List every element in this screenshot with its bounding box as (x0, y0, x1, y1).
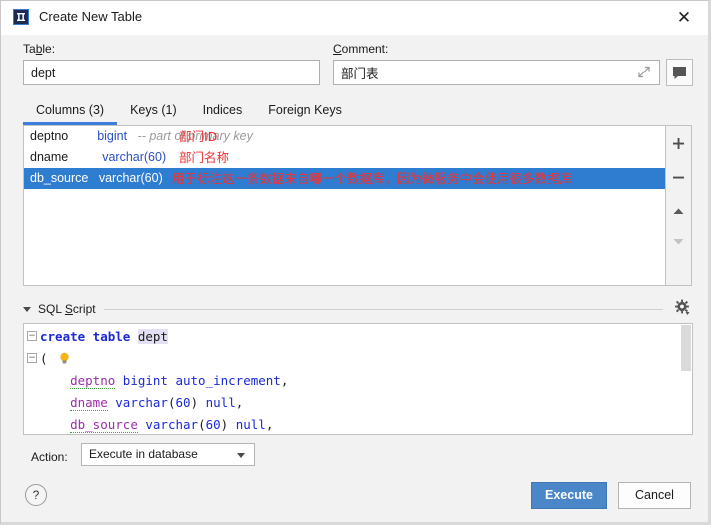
cancel-button[interactable]: Cancel (618, 482, 691, 509)
columns-toolbar (666, 125, 692, 286)
add-column-button[interactable] (666, 131, 690, 155)
fold-marker-icon[interactable]: − (27, 331, 37, 341)
editor-scrollbar[interactable] (681, 325, 691, 371)
sql-code-text: create table dept ( deptno bigint auto_i… (40, 329, 289, 433)
table-editor-tabs: Columns (3) Keys (1) Indices Foreign Key… (23, 101, 673, 125)
sql-script-editor[interactable]: − − create table dept ( deptno bigint au… (23, 323, 693, 435)
gear-icon[interactable] (672, 297, 692, 317)
move-up-button[interactable] (666, 199, 690, 223)
window-title: Create New Table (39, 9, 143, 24)
column-type: varchar(60) (102, 150, 167, 164)
column-annotation: 用于标注这一条数据来自哪一个数据库，因为微服务中会使用很多数据库 (172, 171, 573, 186)
comment-label: Comment: (333, 42, 389, 56)
fold-marker-icon[interactable]: − (27, 353, 37, 363)
column-name: dname (30, 150, 69, 164)
action-select-value: Execute in database (89, 447, 198, 461)
execute-button[interactable]: Execute (531, 482, 607, 509)
columns-list[interactable]: deptno bigint -- part of primary key 部门I… (23, 125, 666, 286)
chevron-down-icon (237, 453, 245, 458)
close-icon[interactable]: ✕ (674, 8, 694, 28)
table-row[interactable]: dname varchar(60) 部门名称 (24, 147, 665, 168)
sql-script-title: SQL Script (38, 302, 96, 316)
column-name: deptno (30, 129, 69, 143)
tab-foreign-keys[interactable]: Foreign Keys (255, 101, 355, 125)
column-annotation: 部门名称 (179, 150, 230, 165)
table-row[interactable]: db_source varchar(60) 用于标注这一条数据来自哪一个数据库，… (24, 168, 665, 189)
action-select[interactable]: Execute in database (81, 443, 255, 466)
action-label: Action: (31, 450, 68, 464)
sql-script-header: SQL Script (23, 300, 673, 318)
column-annotation: 部门ID (179, 129, 218, 144)
title-bar: Create New Table ✕ (1, 1, 708, 35)
table-comment-input[interactable] (333, 60, 660, 85)
tab-indices[interactable]: Indices (190, 101, 256, 125)
tab-keys[interactable]: Keys (1) (117, 101, 190, 125)
section-divider (103, 308, 663, 310)
table-name-input[interactable] (23, 60, 320, 85)
column-type: bigint (97, 129, 128, 143)
column-type: varchar(60) (98, 171, 163, 185)
tab-columns[interactable]: Columns (3) (23, 101, 118, 125)
column-name: db_source (30, 171, 89, 185)
create-new-table-dialog: Create New Table ✕ Table: Comment: Colum… (0, 0, 711, 525)
triangle-down-icon[interactable] (23, 306, 31, 312)
comment-bubble-icon[interactable] (666, 59, 693, 86)
intellij-idea-icon (13, 9, 29, 25)
help-button[interactable]: ? (25, 484, 47, 506)
move-down-button[interactable] (666, 229, 690, 253)
table-row[interactable]: deptno bigint -- part of primary key 部门I… (24, 126, 665, 147)
remove-column-button[interactable] (666, 165, 690, 189)
table-label: Table: (23, 42, 56, 56)
